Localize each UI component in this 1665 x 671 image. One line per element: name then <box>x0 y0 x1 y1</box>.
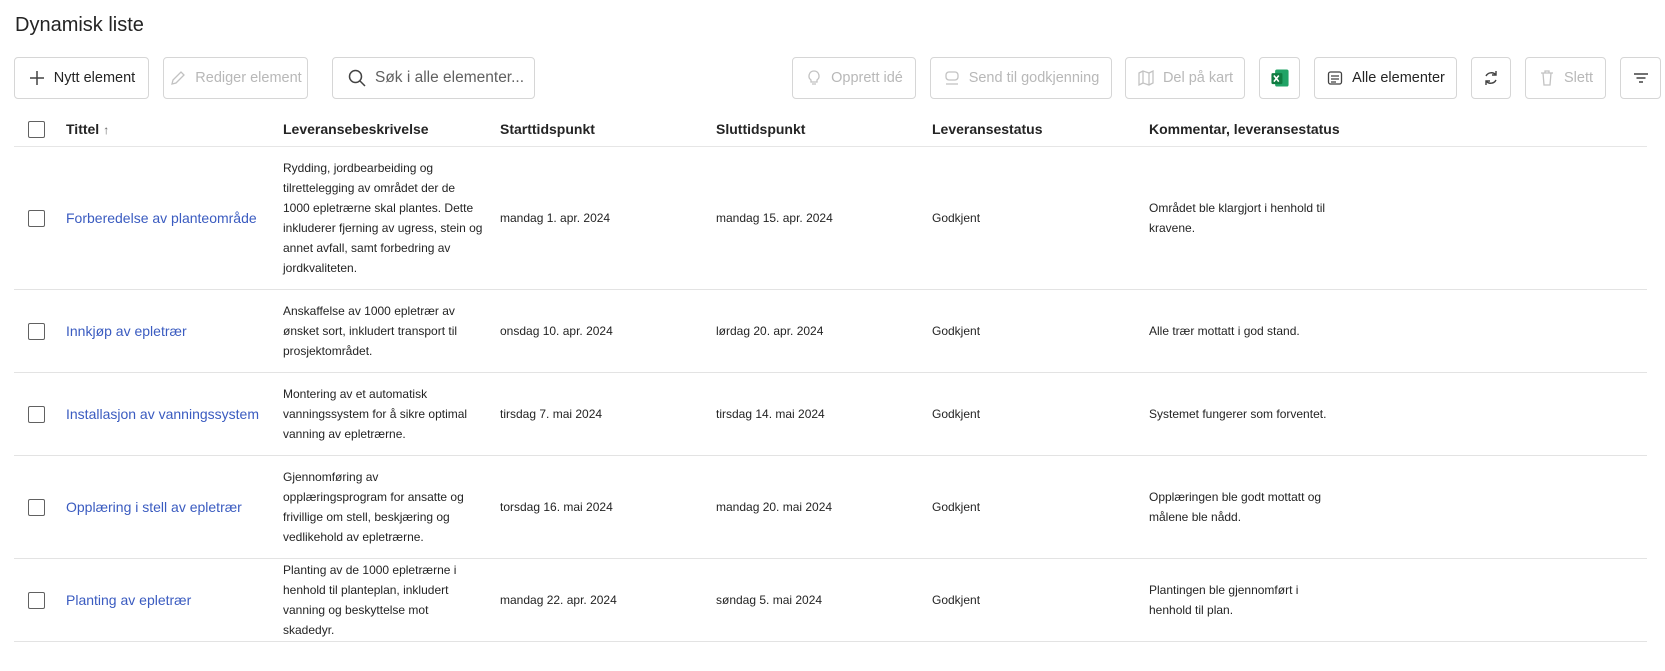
table-header: Tittel ↑ Leveransebeskrivelse Starttidspu… <box>14 113 1647 147</box>
refresh-button[interactable] <box>1471 57 1511 99</box>
row-checkbox[interactable] <box>28 405 45 423</box>
table-row[interactable]: Forberedelse av planteområde Rydding, jo… <box>14 147 1647 290</box>
row-comment: Opplæringen ble godt mottatt og målene b… <box>1149 490 1322 524</box>
row-comment: Alle trær mottatt i god stand. <box>1149 324 1300 338</box>
pencil-icon <box>171 71 186 85</box>
command-bar: Nytt element Rediger element Søk i alle … <box>14 57 1661 99</box>
share-map-button[interactable]: Del på kart <box>1125 57 1245 99</box>
row-select-cell <box>28 290 45 372</box>
row-description: Planting av de 1000 epletrærne i henhold… <box>283 563 457 637</box>
share-map-label: Del på kart <box>1162 70 1234 86</box>
row-title-link[interactable]: Innkjøp av epletrær <box>66 290 187 372</box>
table-row[interactable]: Planting av epletrær Planting av de 1000… <box>14 559 1647 642</box>
row-checkbox[interactable] <box>28 591 45 609</box>
filter-button[interactable] <box>1620 57 1661 99</box>
row-description: Anskaffelse av 1000 epletrær av ønsket s… <box>283 304 458 358</box>
filter-icon <box>1633 73 1648 83</box>
excel-icon <box>1270 69 1289 87</box>
create-idea-label: Opprett idé <box>831 70 903 86</box>
row-start: mandag 22. apr. 2024 <box>500 593 617 607</box>
row-select-cell <box>28 559 45 641</box>
row-end: mandag 20. mai 2024 <box>716 500 833 514</box>
new-item-button[interactable]: Nytt element <box>14 57 149 99</box>
column-header-end[interactable]: Sluttidspunkt <box>716 121 805 137</box>
row-checkbox[interactable] <box>28 498 45 516</box>
export-excel-button[interactable] <box>1259 57 1300 99</box>
row-comment: Plantingen ble gjennomført i henhold til… <box>1149 583 1299 617</box>
row-description: Montering av et automatisk vanningssyste… <box>283 387 468 441</box>
all-items-label: Alle elementer <box>1352 70 1445 86</box>
row-checkbox[interactable] <box>28 209 45 227</box>
edit-item-button[interactable]: Rediger element <box>163 57 308 99</box>
delete-label: Slett <box>1563 70 1593 86</box>
edit-item-label: Rediger element <box>195 70 302 86</box>
refresh-icon <box>1485 71 1497 85</box>
select-all-cell <box>28 121 45 138</box>
row-status: Godkjent <box>932 324 981 338</box>
search-placeholder: Søk i alle elementer... <box>375 69 525 86</box>
new-item-label: Nytt element <box>53 70 136 86</box>
row-description: Gjennomføring av opplæringsprogram for a… <box>283 470 464 544</box>
row-select-cell <box>28 147 45 289</box>
trash-icon <box>1540 70 1553 86</box>
row-title-link[interactable]: Installasjon av vanningssystem <box>66 373 259 455</box>
send-approval-button[interactable]: Send til godkjenning <box>930 57 1112 99</box>
plus-icon <box>29 71 44 85</box>
row-end: tirsdag 14. mai 2024 <box>716 407 825 421</box>
table-row[interactable]: Innkjøp av epletrær Anskaffelse av 1000 … <box>14 290 1647 373</box>
view-icon <box>1328 71 1343 85</box>
row-status: Godkjent <box>932 407 981 421</box>
column-header-start[interactable]: Starttidspunkt <box>500 121 595 137</box>
create-idea-button[interactable]: Opprett idé <box>792 57 916 99</box>
row-select-cell <box>28 456 45 558</box>
table-row[interactable]: Opplæring i stell av epletrær Gjennomfør… <box>14 456 1647 559</box>
row-status: Godkjent <box>932 500 981 514</box>
send-approval-label: Send til godkjenning <box>968 70 1100 86</box>
lightbulb-icon <box>808 70 820 85</box>
row-description: Rydding, jordbearbeiding og tilrettelegg… <box>283 161 483 275</box>
search-icon <box>348 69 366 87</box>
row-title-link[interactable]: Planting av epletrær <box>66 559 191 641</box>
row-end: lørdag 20. apr. 2024 <box>716 324 824 338</box>
row-title-link[interactable]: Forberedelse av planteområde <box>66 147 257 289</box>
table-row[interactable]: Installasjon av vanningssystem Montering… <box>14 373 1647 456</box>
all-items-view-button[interactable]: Alle elementer <box>1314 57 1457 99</box>
delete-button[interactable]: Slett <box>1525 57 1606 99</box>
row-comment: Systemet fungerer som forventet. <box>1149 407 1327 421</box>
row-checkbox[interactable] <box>28 322 45 340</box>
select-all-checkbox[interactable] <box>28 121 45 138</box>
row-end: mandag 15. apr. 2024 <box>716 211 833 225</box>
items-table: Tittel ↑ Leveransebeskrivelse Starttidspu… <box>14 113 1647 642</box>
row-status: Godkjent <box>932 593 981 607</box>
sort-ascending-icon: ↑ <box>103 123 110 137</box>
row-start: mandag 1. apr. 2024 <box>500 211 611 225</box>
search-box[interactable]: Søk i alle elementer... <box>332 57 535 99</box>
row-status: Godkjent <box>932 211 981 225</box>
row-select-cell <box>28 373 45 455</box>
map-icon <box>1138 69 1154 87</box>
row-start: torsdag 16. mai 2024 <box>500 500 613 514</box>
row-start: onsdag 10. apr. 2024 <box>500 324 613 338</box>
row-title-link[interactable]: Opplæring i stell av epletrær <box>66 456 242 558</box>
column-header-comment[interactable]: Kommentar, leveransestatus <box>1149 121 1340 137</box>
approval-icon <box>945 71 959 85</box>
page-title: Dynamisk liste <box>15 14 144 36</box>
column-header-description[interactable]: Leveransebeskrivelse <box>283 121 429 137</box>
row-start: tirsdag 7. mai 2024 <box>500 407 603 421</box>
row-end: søndag 5. mai 2024 <box>716 593 823 607</box>
column-header-status[interactable]: Leveransestatus <box>932 121 1043 137</box>
row-comment: Området ble klargjort i henhold til krav… <box>1149 201 1326 235</box>
column-header-title[interactable]: Tittel ↑ <box>66 121 109 137</box>
